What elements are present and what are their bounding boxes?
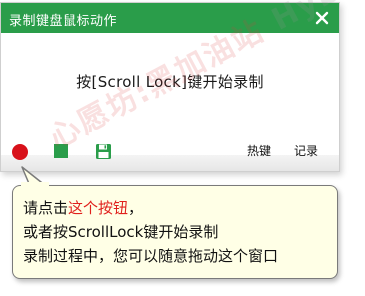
title-bar[interactable]: 录制键盘鼠标动作 xyxy=(1,3,339,33)
toolbar-background xyxy=(1,155,339,171)
screen: 录制键盘鼠标动作 按[Scroll Lock]键开始录制 热键 记录 请点击这个… xyxy=(0,0,365,296)
help-tooltip: 请点击这个按钮， 或者按ScrollLock键开始录制 录制过程中，您可以随意拖… xyxy=(12,185,338,279)
tooltip-line-2: 或者按ScrollLock键开始录制 xyxy=(23,223,219,241)
save-icon xyxy=(95,143,112,160)
hotkey-button[interactable]: 热键 xyxy=(247,142,271,159)
close-icon xyxy=(311,7,333,29)
tooltip-highlight: 这个按钮 xyxy=(68,199,129,217)
save-button[interactable] xyxy=(95,143,112,160)
record-button[interactable] xyxy=(12,144,28,160)
stop-button[interactable] xyxy=(54,144,68,158)
tooltip-text: 请点击这个按钮， 或者按ScrollLock键开始录制 录制过程中，您可以随意拖… xyxy=(23,196,278,268)
recorder-window[interactable]: 录制键盘鼠标动作 按[Scroll Lock]键开始录制 热键 记录 xyxy=(0,2,340,172)
tooltip-line-1: 请点击这个按钮， xyxy=(23,199,144,217)
window-title: 录制键盘鼠标动作 xyxy=(9,14,118,29)
record-log-button[interactable]: 记录 xyxy=(294,142,318,159)
recorder-toolbar: 热键 记录 xyxy=(1,137,339,171)
tooltip-line-3: 录制过程中，您可以随意拖动这个窗口 xyxy=(23,247,279,265)
start-recording-hint: 按[Scroll Lock]键开始录制 xyxy=(76,73,264,91)
close-button[interactable] xyxy=(311,7,333,29)
